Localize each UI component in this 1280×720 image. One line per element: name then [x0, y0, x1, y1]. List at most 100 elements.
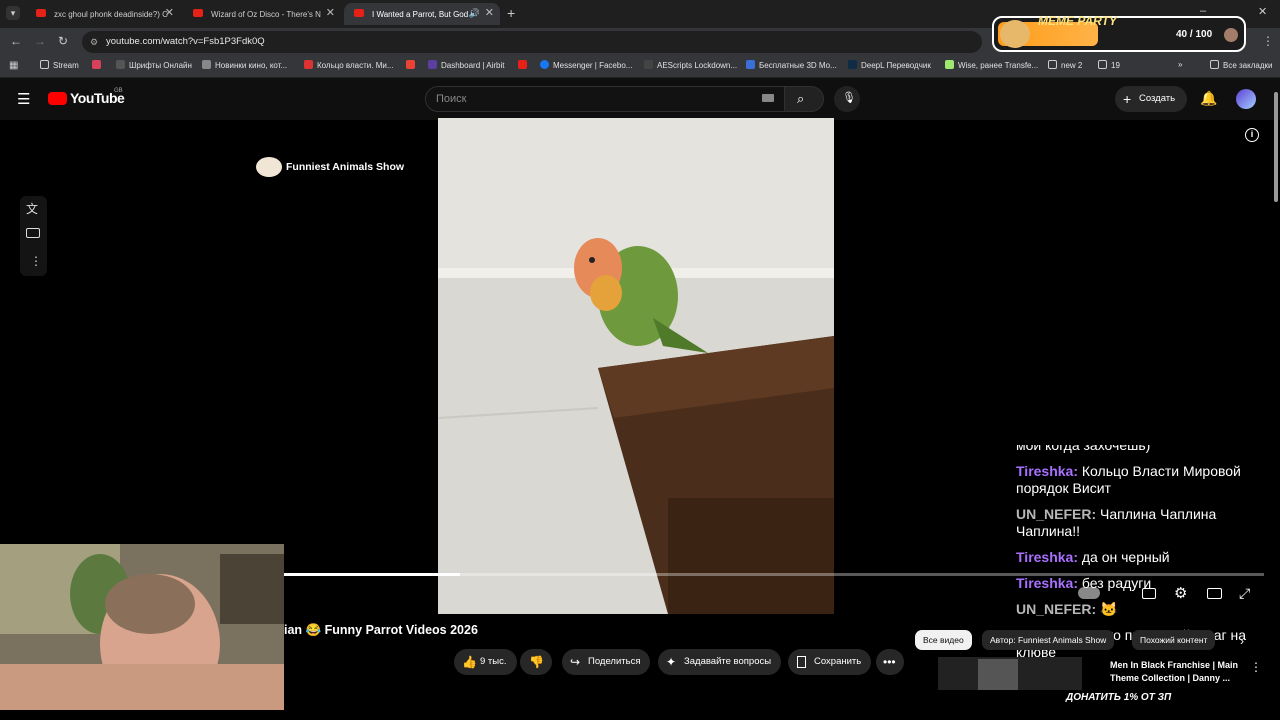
- recommended-title-line: Theme Collection | Danny ...: [1110, 673, 1231, 683]
- youtube-favicon-icon: [193, 9, 203, 17]
- bookmark-label: Бесплатные 3D Мо...: [759, 61, 837, 70]
- share-label: Поделиться: [588, 656, 641, 667]
- thumbnail-figure: [978, 659, 1018, 690]
- tab-3-active[interactable]: I Wanted a Parrot, But God 🔊 ✕: [344, 3, 500, 25]
- bookmark-item[interactable]: Dashboard | Airbit: [428, 60, 504, 70]
- more-bookmarks-icon[interactable]: »: [1178, 60, 1182, 69]
- info-icon[interactable]: i: [1245, 128, 1259, 142]
- avatar[interactable]: [1236, 89, 1256, 109]
- bookmark-label: Новинки кино, кот...: [215, 61, 288, 70]
- video-frame[interactable]: [438, 118, 834, 614]
- keyboard-icon[interactable]: [762, 94, 774, 102]
- tab-2[interactable]: Wizard of Oz Disco - There's N ✕: [183, 3, 341, 25]
- bookmark-item[interactable]: Шрифты Онлайн: [116, 60, 192, 70]
- video-title: ian 😂 Funny Parrot Videos 2026: [284, 623, 478, 638]
- forward-icon[interactable]: →: [34, 34, 46, 48]
- bookmark-item[interactable]: Бесплатные 3D Мо...: [746, 60, 837, 70]
- bookmark-label: new 2: [1061, 61, 1083, 70]
- bookmark-item[interactable]: Messenger | Facebo...: [540, 60, 632, 70]
- dislike-button[interactable]: 👎: [520, 649, 552, 675]
- back-icon[interactable]: ←: [10, 34, 22, 48]
- bookmark-item[interactable]: Кольцо власти. Ми...: [304, 60, 394, 70]
- bookmark-item[interactable]: Wise, ранее Transfe...: [945, 60, 1038, 70]
- bookmark-item[interactable]: DeepL Переводчик: [848, 60, 931, 70]
- chat-username: Tireshka:: [1016, 575, 1078, 591]
- browser-menu-icon[interactable]: ⋮: [1262, 34, 1274, 48]
- video-progress-fill: [284, 573, 461, 576]
- video-title-text: Funny Parrot Videos 2026: [324, 623, 478, 637]
- bookmark-item[interactable]: new 2: [1048, 60, 1082, 70]
- bookmark-favicon-icon: [202, 60, 211, 69]
- recommended-title[interactable]: Men In Black Franchise | Main Theme Coll…: [1110, 659, 1238, 685]
- close-tab-icon[interactable]: ✕: [326, 6, 335, 19]
- bookmark-label: 19: [1111, 61, 1120, 70]
- speaker-icon[interactable]: 🔊: [469, 8, 480, 19]
- facebook-icon: [540, 60, 549, 69]
- bookmark-label: Все закладки: [1223, 61, 1273, 70]
- tab-1[interactable]: zxc ghoul phonk deadinside?) C ✕: [26, 3, 180, 25]
- ask-button[interactable]: ✦ Задавайте вопросы: [658, 649, 782, 675]
- more-horizontal-icon: •••: [883, 655, 896, 669]
- bookmark-item[interactable]: [92, 60, 105, 70]
- thumbs-down-icon: 👎: [529, 655, 544, 669]
- chat-text: да он черный: [1078, 549, 1170, 565]
- chat-message: UN_NEFER: 🐱: [1016, 601, 1270, 618]
- close-window-icon[interactable]: ✕: [1258, 5, 1267, 18]
- chat-username: UN_NEFER:: [1016, 601, 1097, 617]
- like-button[interactable]: 👍 9 тыс.: [454, 649, 517, 675]
- recommended-title-line: Men In Black Franchise | Main: [1110, 660, 1239, 670]
- new-tab-icon[interactable]: +: [507, 5, 515, 21]
- recommended-more-icon[interactable]: ⋮: [1250, 660, 1262, 674]
- parrot-video-image: [438, 118, 834, 614]
- bookmark-label: DeepL Переводчик: [861, 61, 931, 70]
- more-options-icon[interactable]: ⋮: [30, 254, 42, 268]
- bookmark-item[interactable]: Все закладки: [1210, 60, 1272, 70]
- chat-message: UN_NEFER: Чаплина Чаплина Чаплина!!: [1016, 506, 1270, 540]
- voice-search-button[interactable]: 🎙: [834, 86, 860, 112]
- more-actions-button[interactable]: •••: [876, 649, 904, 675]
- create-label: Создать: [1139, 93, 1176, 104]
- bookmark-item[interactable]: [406, 60, 419, 70]
- youtube-header: ☰ YouTube GB Поиск ⌕ 🎙 + Создать 🔔: [0, 78, 1280, 120]
- meme-party-progress-text: 40 / 100: [1176, 29, 1213, 40]
- recommended-thumbnail[interactable]: [938, 657, 1082, 690]
- chat-message: Tireshka: без радуги: [1016, 575, 1270, 592]
- bell-icon[interactable]: 🔔: [1200, 90, 1217, 107]
- bookmark-item[interactable]: Новинки кино, кот...: [202, 60, 287, 70]
- create-button[interactable]: + Создать: [1115, 86, 1187, 112]
- translate-icon[interactable]: 文: [26, 200, 38, 217]
- chip-author[interactable]: Автор: Funniest Animals Show: [982, 630, 1115, 650]
- search-button[interactable]: ⌕: [784, 86, 824, 112]
- close-tab-icon[interactable]: ✕: [165, 6, 174, 19]
- folder-icon: [1048, 60, 1057, 69]
- scrollbar[interactable]: [1274, 92, 1278, 202]
- bookmark-item[interactable]: [518, 60, 531, 70]
- bookmark-label: Шрифты Онлайн: [129, 61, 192, 70]
- bookmark-item[interactable]: AEScripts Lockdown...: [644, 60, 737, 70]
- share-button[interactable]: ↪ Поделиться: [562, 649, 651, 675]
- hamburger-menu-icon[interactable]: ☰: [17, 90, 30, 108]
- search-icon: ⌕: [797, 91, 805, 106]
- bookmark-favicon-icon: [304, 60, 313, 69]
- avatar: [1224, 28, 1238, 42]
- bookmark-label: Dashboard | Airbit: [441, 61, 505, 70]
- apps-grid-icon[interactable]: ▦: [9, 60, 18, 71]
- close-tab-icon[interactable]: ✕: [485, 6, 494, 19]
- tab-search-icon[interactable]: ▾: [6, 6, 20, 20]
- gmail-icon: [406, 60, 415, 69]
- save-button[interactable]: Сохранить: [788, 649, 872, 675]
- chip-related[interactable]: Похожий контент: [1132, 630, 1216, 650]
- chevron-right-icon[interactable]: ›: [1240, 634, 1244, 648]
- video-title-fragment: ian: [284, 623, 303, 637]
- chat-text: 🐱: [1096, 601, 1118, 617]
- bookmark-item[interactable]: 19: [1098, 60, 1120, 70]
- chip-all-videos[interactable]: Все видео: [915, 630, 972, 650]
- site-info-icon[interactable]: ⚙: [90, 31, 98, 53]
- url-field[interactable]: ⚙ youtube.com/watch?v=Fsb1P3Fdk0Q: [82, 31, 982, 53]
- search-input[interactable]: Поиск: [425, 86, 785, 112]
- bookmark-item[interactable]: Stream: [40, 60, 79, 70]
- subtitles-icon[interactable]: [26, 228, 40, 238]
- reload-icon[interactable]: ↻: [58, 34, 68, 48]
- bookmark-favicon-icon: [116, 60, 125, 69]
- folder-icon: [40, 60, 49, 69]
